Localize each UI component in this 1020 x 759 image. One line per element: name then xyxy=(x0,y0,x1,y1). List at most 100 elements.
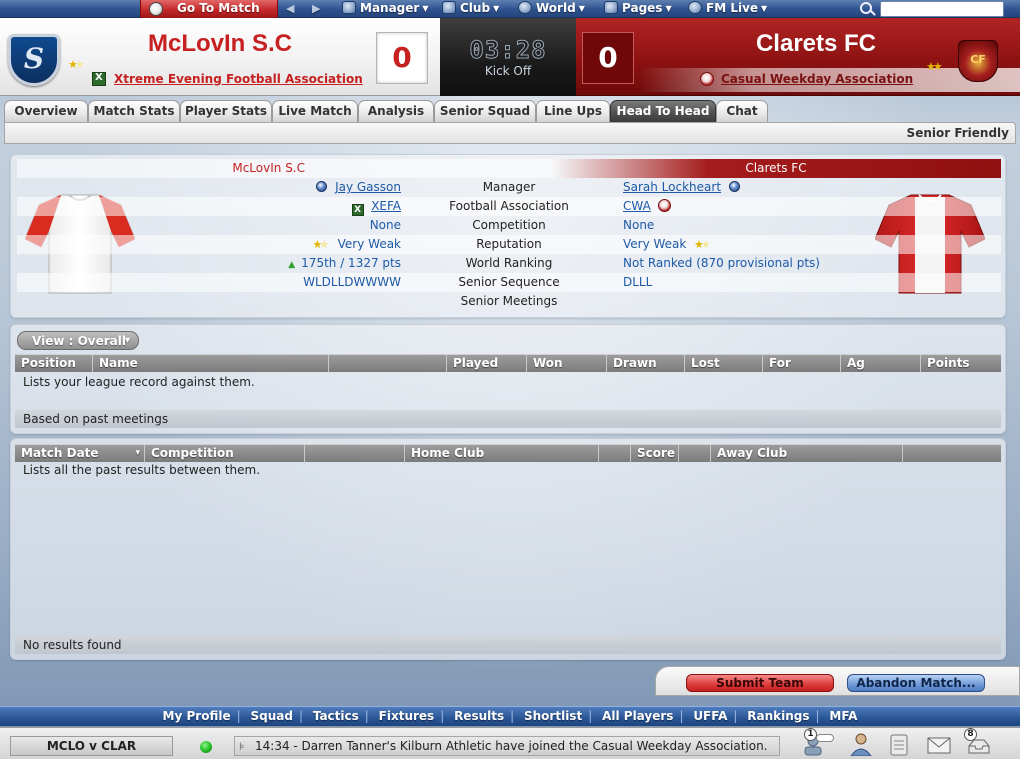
away-reputation-cell: Very Weak ★★ xyxy=(623,235,711,254)
manager-menu-label: Manager xyxy=(360,1,420,15)
abandon-match-button[interactable]: Abandon Match... xyxy=(847,674,985,692)
nav-tactics[interactable]: Tactics xyxy=(313,709,359,723)
toggle-switch[interactable] xyxy=(816,734,834,742)
football-icon xyxy=(149,2,163,16)
association-row: X XEFA Football Association CWA xyxy=(17,197,1001,216)
nav-separator: | xyxy=(815,709,820,723)
pages-icon xyxy=(604,1,618,14)
league-record-footer: Based on past meetings xyxy=(15,410,1001,428)
competition-row-label: Competition xyxy=(472,218,546,232)
competition-row: None Competition None xyxy=(17,216,1001,235)
nav-shortlist[interactable]: Shortlist xyxy=(524,709,582,723)
world-menu[interactable]: World ▼ xyxy=(518,0,585,18)
home-manager-link[interactable]: Jay Gasson xyxy=(335,180,401,194)
tab-overview[interactable]: Overview xyxy=(4,100,88,122)
back-arrow-icon[interactable]: ◀ xyxy=(286,0,294,18)
club-menu[interactable]: Club ▼ xyxy=(442,0,499,18)
col-won[interactable]: Won xyxy=(527,355,607,373)
news-icon: ⊧ xyxy=(239,740,245,753)
home-team-name[interactable]: McLovIn S.C xyxy=(92,30,348,58)
top-menu-bar: Go To Match ◀ ▶ Manager ▼ Club ▼ World ▼ Pa… xyxy=(0,0,1020,18)
col-ag[interactable]: Ag xyxy=(841,355,921,373)
forward-arrow-icon[interactable]: ▶ xyxy=(312,0,320,18)
up-arrow-icon: ▲ xyxy=(288,260,296,270)
col-drawn[interactable]: Drawn xyxy=(607,355,685,373)
col-lost[interactable]: Lost xyxy=(685,355,763,373)
view-dropdown[interactable]: View : Overall xyxy=(17,331,139,350)
home-team-header: McLovIn S.C xyxy=(232,161,305,175)
col-competition[interactable]: Competition xyxy=(145,445,305,463)
submit-team-button[interactable]: Submit Team xyxy=(686,674,834,692)
away-manager-link[interactable]: Sarah Lockheart xyxy=(623,180,721,194)
nav-all-players[interactable]: All Players xyxy=(602,709,673,723)
staff-icon[interactable] xyxy=(848,732,874,756)
nav-uffa[interactable]: UFFA xyxy=(693,709,727,723)
away-association-cell: CWA xyxy=(623,197,672,216)
nav-mfa[interactable]: MFA xyxy=(829,709,857,723)
league-record-panel: View : Overall Position Name Played Won … xyxy=(10,324,1006,434)
home-club-crest-icon[interactable] xyxy=(8,34,60,86)
tab-line-ups[interactable]: Line Ups xyxy=(536,100,610,122)
col-away-club[interactable]: Away Club xyxy=(711,445,903,463)
nav-squad[interactable]: Squad xyxy=(250,709,292,723)
mail-icon[interactable] xyxy=(926,732,952,756)
col-match-date[interactable]: Match Date xyxy=(15,445,145,463)
go-to-match-button[interactable]: Go To Match xyxy=(140,0,278,18)
home-reputation-stars-icon: ★★ xyxy=(68,58,85,71)
col-blank xyxy=(329,355,447,373)
col-for[interactable]: For xyxy=(763,355,841,373)
association-label: Football Association xyxy=(449,199,569,213)
globe-icon xyxy=(518,1,532,14)
col-played[interactable]: Played xyxy=(447,355,527,373)
col-score[interactable]: Score xyxy=(631,445,679,463)
nav-rankings[interactable]: Rankings xyxy=(747,709,809,723)
away-sequence-value: DLLL xyxy=(623,275,653,289)
nav-results[interactable]: Results xyxy=(454,709,504,723)
home-association-link[interactable]: Xtreme Evening Football Association xyxy=(114,72,363,86)
away-club-crest-icon[interactable] xyxy=(958,40,998,82)
tab-live-match[interactable]: Live Match xyxy=(272,100,358,122)
nav-fixtures[interactable]: Fixtures xyxy=(379,709,435,723)
search-icon[interactable] xyxy=(860,2,872,14)
col-blank-5 xyxy=(903,445,1001,463)
clipboard-icon[interactable] xyxy=(886,732,912,756)
tab-player-stats[interactable]: Player Stats xyxy=(180,100,272,122)
tab-analysis[interactable]: Analysis xyxy=(358,100,434,122)
reputation-label: Reputation xyxy=(476,237,542,251)
col-name[interactable]: Name xyxy=(93,355,329,373)
senior-meetings-row: Senior Meetings xyxy=(17,292,1001,311)
away-ranking-value: Not Ranked (870 provisional pts) xyxy=(623,256,820,270)
away-fa-link[interactable]: CWA xyxy=(623,199,651,213)
col-home-club[interactable]: Home Club xyxy=(405,445,599,463)
away-reputation-stars-icon: ★★ xyxy=(926,60,943,73)
world-ranking-row: ▲ 175th / 1327 pts World Ranking Not Rank… xyxy=(17,254,1001,273)
fm-live-menu-label: FM Live xyxy=(706,1,759,15)
col-points[interactable]: Points xyxy=(921,355,1001,373)
tab-chat[interactable]: Chat xyxy=(716,100,768,122)
nav-separator: | xyxy=(236,709,241,723)
col-blank-4 xyxy=(679,445,711,463)
tab-senior-squad[interactable]: Senior Squad xyxy=(434,100,536,122)
nav-separator: | xyxy=(298,709,303,723)
tab-head-to-head[interactable]: Head To Head xyxy=(610,100,716,122)
senior-sequence-label: Senior Sequence xyxy=(458,275,560,289)
nav-separator: | xyxy=(510,709,515,723)
news-ticker[interactable]: ⊧ 14:34 - Darren Tanner's Kilburn Athlet… xyxy=(234,736,780,756)
home-team-panel: ★★ McLovIn S.C Xtreme Evening Football A… xyxy=(0,18,440,96)
away-association-link[interactable]: Casual Weekday Association xyxy=(721,72,913,86)
nav-my-profile[interactable]: My Profile xyxy=(163,709,231,723)
fm-live-menu[interactable]: FM Live ▼ xyxy=(688,0,767,18)
past-results-panel: Match Date Competition Home Club Score A… xyxy=(10,438,1006,660)
away-competition-value: None xyxy=(623,218,655,232)
col-position[interactable]: Position xyxy=(15,355,93,373)
manager-menu[interactable]: Manager ▼ xyxy=(342,0,428,18)
away-team-name[interactable]: Clarets FC xyxy=(696,30,936,58)
pages-menu[interactable]: Pages ▼ xyxy=(604,0,672,18)
competition-label: Senior Friendly xyxy=(906,126,1009,140)
current-match-button[interactable]: MCLO v CLAR xyxy=(10,736,173,756)
home-fa-link[interactable]: XEFA xyxy=(371,199,401,213)
nav-separator: | xyxy=(364,709,369,723)
search-input[interactable] xyxy=(880,1,1004,17)
tab-match-stats[interactable]: Match Stats xyxy=(88,100,180,122)
world-menu-label: World xyxy=(536,1,576,15)
